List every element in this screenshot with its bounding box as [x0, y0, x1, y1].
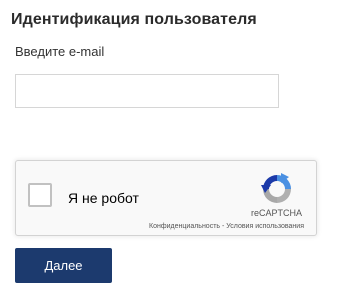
recaptcha-logo-icon — [261, 173, 291, 203]
email-input[interactable] — [15, 74, 279, 108]
recaptcha-widget: Я не робот reCAPTCHA Конфиденциальность … — [15, 160, 317, 236]
recaptcha-brand: reCAPTCHA — [250, 208, 302, 218]
not-robot-label: Я не робот — [68, 190, 139, 206]
not-robot-checkbox[interactable] — [28, 183, 52, 207]
recaptcha-links: Конфиденциальность - Условия использован… — [149, 223, 304, 230]
terms-link[interactable]: Условия использования — [226, 223, 304, 230]
privacy-link[interactable]: Конфиденциальность — [149, 223, 220, 230]
email-label: Введите e-mail — [15, 44, 105, 59]
next-button[interactable]: Далее — [15, 248, 112, 283]
page-title: Идентификация пользователя — [11, 11, 257, 28]
